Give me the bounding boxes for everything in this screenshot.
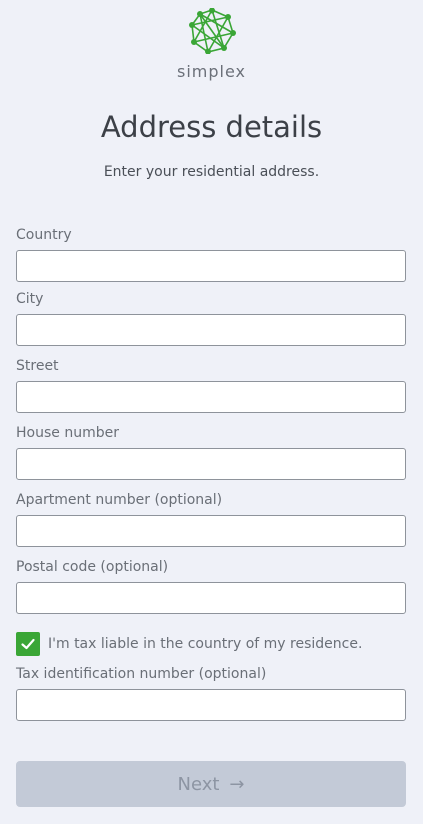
street-field: Street	[16, 358, 406, 413]
page-title: Address details	[100, 110, 323, 144]
tax-liable-label[interactable]: I'm tax liable in the country of my resi…	[48, 636, 362, 652]
postal-code-input[interactable]	[16, 582, 406, 614]
checkmark-icon	[21, 638, 35, 650]
city-label: City	[16, 291, 44, 307]
city-field: City	[16, 291, 406, 346]
tax-liable-row: I'm tax liable in the country of my resi…	[16, 632, 406, 657]
apartment-number-label: Apartment number (optional)	[16, 492, 223, 508]
postal-code-label: Postal code (optional)	[16, 559, 169, 575]
brand-name: simplex	[177, 62, 246, 81]
house-number-label: House number	[16, 425, 119, 441]
house-number-input[interactable]	[16, 448, 406, 480]
apartment-number-input[interactable]	[16, 515, 406, 547]
page-subtitle: Enter your residential address.	[103, 164, 320, 180]
country-label: Country	[16, 227, 72, 243]
city-input[interactable]	[16, 314, 406, 346]
simplex-logo-icon	[188, 8, 236, 54]
street-label: Street	[16, 358, 59, 374]
house-number-field: House number	[16, 425, 406, 480]
next-button[interactable]: Next →	[16, 761, 406, 807]
tax-id-input[interactable]	[16, 689, 406, 721]
tax-id-field: Tax identification number (optional)	[16, 666, 406, 721]
tax-id-label: Tax identification number (optional)	[16, 666, 267, 682]
postal-code-field: Postal code (optional)	[16, 559, 406, 614]
country-input[interactable]	[16, 250, 406, 282]
brand-logo: simplex	[0, 8, 423, 81]
next-button-label: Next	[177, 773, 220, 795]
tax-liable-checkbox[interactable]	[16, 632, 40, 656]
street-input[interactable]	[16, 381, 406, 413]
apartment-number-field: Apartment number (optional)	[16, 492, 406, 547]
arrow-right-icon: →	[229, 773, 245, 795]
country-field: Country	[16, 227, 406, 282]
